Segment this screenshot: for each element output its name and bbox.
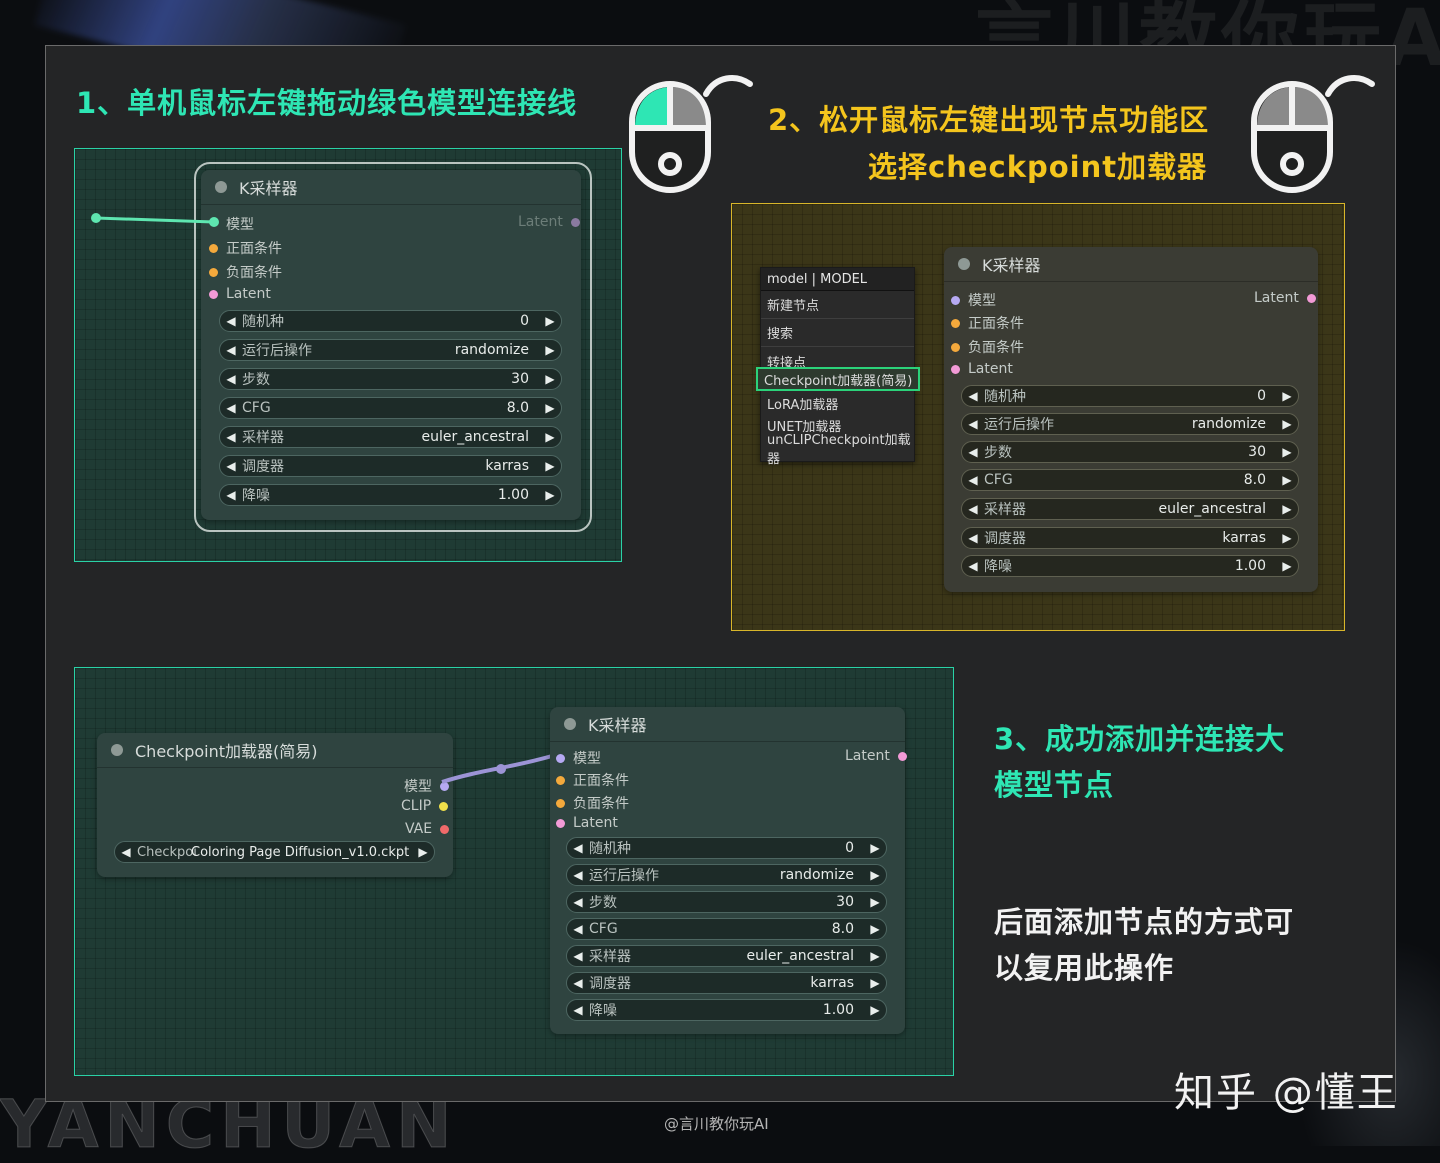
node-title: Checkpoint加载器(简易) xyxy=(135,742,318,761)
input-positive[interactable]: 正面条件 xyxy=(556,770,629,790)
input-positive[interactable]: 正面条件 xyxy=(951,313,1024,333)
step1-title: 1、单机鼠标左键拖动绿色模型连接线 xyxy=(76,86,578,120)
output-latent[interactable]: Latent xyxy=(1254,290,1316,306)
mouse-left-click-icon xyxy=(629,75,753,193)
dragging-model-link[interactable] xyxy=(90,212,220,228)
node-header[interactable]: K采样器 xyxy=(201,170,581,205)
footer-credit: @言川教你玩AI xyxy=(664,1115,769,1133)
input-latent[interactable]: Latent xyxy=(951,361,1013,377)
node-header[interactable]: Checkpoint加载器(简易) xyxy=(97,733,453,768)
menu-item-new-node[interactable]: 新建节点 xyxy=(761,291,914,319)
collapse-dot[interactable] xyxy=(958,258,970,270)
input-negative[interactable]: 负面条件 xyxy=(209,262,282,282)
widget-scheduler[interactable]: ◀ 调度器 karras ▶ xyxy=(961,527,1299,549)
widget-ckpt-name[interactable]: ◀ Checkpoi Coloring Page Diffusion_v1.0.… xyxy=(114,841,435,863)
step3-title-line2: 模型节点 xyxy=(994,768,1115,802)
menu-item-checkpoint-loader[interactable]: Checkpoint加载器(简易) xyxy=(756,367,920,391)
widget-sampler[interactable]: ◀ 采样器 euler_ancestral ▶ xyxy=(219,426,562,448)
input-model[interactable]: 模型 xyxy=(951,290,996,310)
widget-cfg[interactable]: ◀ CFG 8.0 ▶ xyxy=(566,918,887,940)
output-vae[interactable]: VAE xyxy=(405,821,450,837)
input-negative[interactable]: 负面条件 xyxy=(951,337,1024,357)
menu-item-unclip-loader[interactable]: unCLIPCheckpoint加载器 xyxy=(761,433,911,467)
widget-cfg[interactable]: ◀ CFG 8.0 ▶ xyxy=(219,397,562,419)
output-latent[interactable]: Latent xyxy=(518,214,580,230)
widget-seed[interactable]: ◀ 随机种 0 ▶ xyxy=(961,385,1299,407)
node-title: K采样器 xyxy=(588,716,647,735)
widget-denoise[interactable]: ◀ 降噪 1.00 ▶ xyxy=(961,555,1299,577)
input-positive[interactable]: 正面条件 xyxy=(209,238,282,258)
collapse-dot[interactable] xyxy=(564,718,576,730)
collapse-dot[interactable] xyxy=(111,744,123,756)
step2-title-line2: 选择checkpoint加载器 xyxy=(868,150,1208,184)
node-header[interactable]: K采样器 xyxy=(944,247,1318,282)
step2-title-line1: 2、松开鼠标左键出现节点功能区 xyxy=(768,103,1210,137)
menu-item-search[interactable]: 搜索 xyxy=(761,319,914,347)
widget-control-after[interactable]: ◀ 运行后操作 randomize ▶ xyxy=(961,413,1299,435)
widget-control-after[interactable]: ◀ 运行后操作 randomize ▶ xyxy=(566,864,887,886)
widget-control-after[interactable]: ◀ 运行后操作 randomize ▶ xyxy=(219,339,562,361)
zhihu-watermark: 知乎 @懂王 xyxy=(1174,1070,1399,1116)
note-line2: 以复用此操作 xyxy=(994,951,1175,985)
widget-scheduler[interactable]: ◀ 调度器 karras ▶ xyxy=(219,455,562,477)
widget-steps[interactable]: ◀ 步数 30 ▶ xyxy=(219,368,562,390)
node-header[interactable]: K采样器 xyxy=(550,707,905,742)
input-model[interactable]: 模型 xyxy=(226,214,254,234)
widget-steps[interactable]: ◀ 步数 30 ▶ xyxy=(961,441,1299,463)
mouse-icon xyxy=(1251,75,1375,193)
input-latent[interactable]: Latent xyxy=(556,815,618,831)
menu-title: model | MODEL xyxy=(761,268,914,291)
output-clip[interactable]: CLIP xyxy=(401,798,449,814)
widget-steps[interactable]: ◀ 步数 30 ▶ xyxy=(566,891,887,913)
widget-denoise[interactable]: ◀ 降噪 1.00 ▶ xyxy=(219,484,562,506)
widget-sampler[interactable]: ◀ 采样器 euler_ancestral ▶ xyxy=(961,498,1299,520)
widget-value: Coloring Page Diffusion_v1.0.ckpt xyxy=(191,844,410,860)
widget-seed[interactable]: ◀ 随机种 0 ▶ xyxy=(219,310,562,332)
node-title: K采样器 xyxy=(982,256,1041,275)
input-latent[interactable]: Latent xyxy=(209,286,271,302)
note-line1: 后面添加节点的方式可 xyxy=(994,905,1295,939)
widget-scheduler[interactable]: ◀ 调度器 karras ▶ xyxy=(566,972,887,994)
widget-sampler[interactable]: ◀ 采样器 euler_ancestral ▶ xyxy=(566,945,887,967)
widget-cfg[interactable]: ◀ CFG 8.0 ▶ xyxy=(961,469,1299,491)
output-latent[interactable]: Latent xyxy=(845,748,907,764)
widget-denoise[interactable]: ◀ 降噪 1.00 ▶ xyxy=(566,999,887,1021)
widget-label: Checkpoi xyxy=(137,844,197,860)
collapse-dot[interactable] xyxy=(215,181,227,193)
model-connection-link[interactable] xyxy=(440,740,560,790)
node-title: K采样器 xyxy=(239,179,298,198)
input-model[interactable]: 模型 xyxy=(556,748,601,768)
widget-seed[interactable]: ◀ 随机种 0 ▶ xyxy=(566,837,887,859)
menu-item-lora-loader[interactable]: LoRA加载器 xyxy=(761,392,911,414)
step3-title-line1: 3、成功添加并连接大 xyxy=(994,722,1286,756)
input-negative[interactable]: 负面条件 xyxy=(556,793,629,813)
